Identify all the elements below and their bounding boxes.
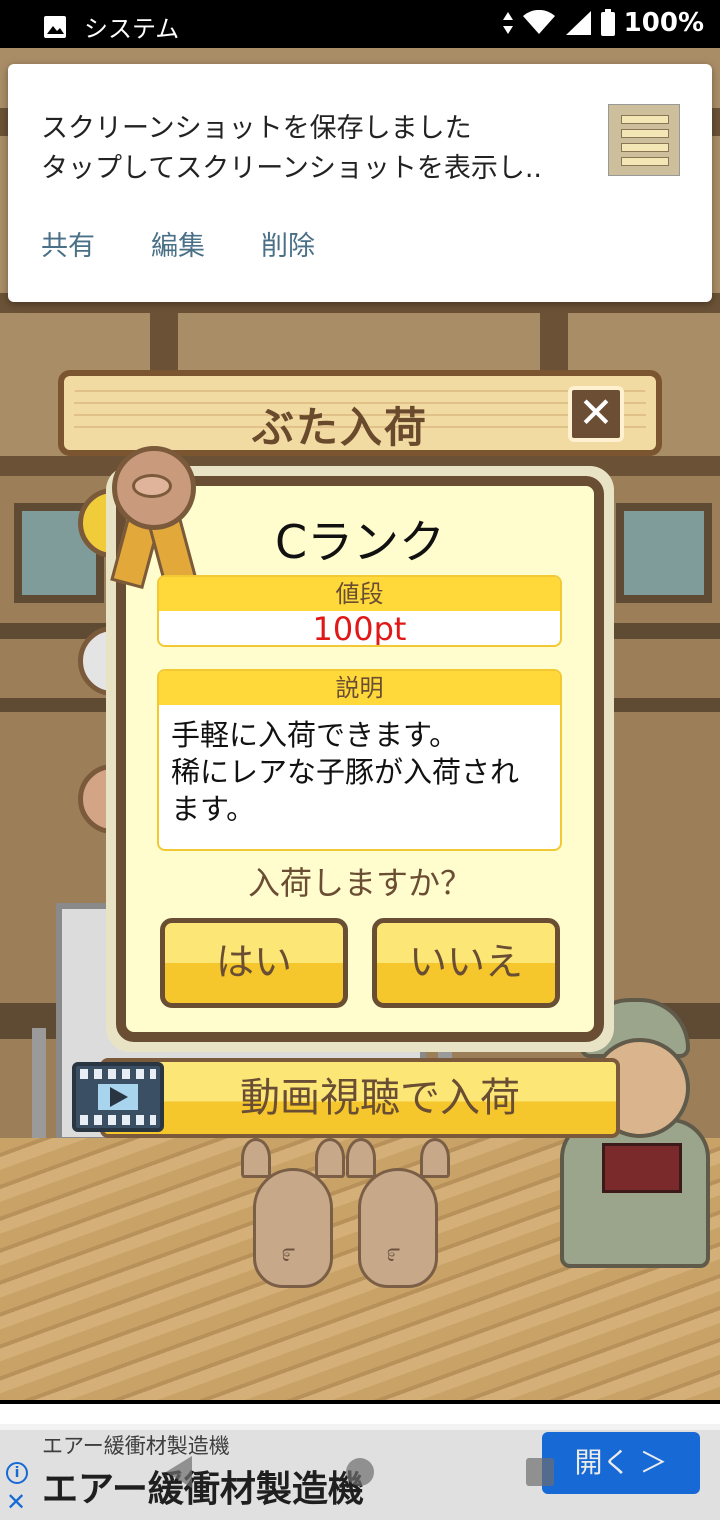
nav-recents-icon[interactable] [526, 1458, 554, 1486]
description-text: 手軽に入荷できます。 稀にレアな子豚が入荷され ます。 [159, 705, 560, 840]
status-app-title: システム [84, 15, 180, 43]
status-bar-left: システム [42, 9, 179, 44]
no-button[interactable]: いいえ [372, 918, 560, 1008]
description-line: 手軽に入荷できます。 [171, 718, 459, 752]
close-button[interactable]: ✕ [568, 386, 624, 442]
description-box: 説明 手軽に入荷できます。 稀にレアな子豚が入荷され ます。 [157, 669, 562, 851]
screenshot-thumbnail[interactable] [608, 104, 680, 176]
data-arrows-icon [502, 12, 513, 34]
battery-percent: 100% [623, 8, 704, 38]
description-line: ます。 [171, 792, 256, 826]
share-action[interactable]: 共有 [41, 224, 95, 263]
nav-back-icon[interactable] [166, 1456, 192, 1488]
screenshot-notification[interactable]: スクリーンショットを保存しました タップしてスクリーンショットを表示し.. 共有… [8, 64, 712, 302]
yes-button[interactable]: はい [160, 918, 348, 1008]
edit-action[interactable]: 編集 [151, 224, 205, 263]
window-frame [616, 503, 712, 603]
confirm-question: 入荷しますか？ [247, 864, 472, 902]
price-label: 値段 [159, 577, 560, 611]
wifi-icon [522, 10, 555, 34]
notification-title: スクリーンショットを保存しました [41, 113, 472, 144]
nav-home-icon[interactable] [346, 1458, 374, 1486]
piglet: ೯ [346, 1138, 450, 1288]
watch-video-button[interactable]: 動画視聴で入荷 [100, 1058, 620, 1138]
status-bar: システム 100% [0, 0, 720, 48]
description-label: 説明 [159, 671, 560, 705]
status-bar-right: 100% [502, 8, 704, 38]
ad-headline: エアー緩衝材製造機 [42, 1469, 364, 1510]
price-box: 値段 100pt [157, 575, 562, 647]
video-film-icon [72, 1062, 164, 1132]
signal-icon [565, 11, 591, 35]
notification-actions: 共有 編集 削除 [41, 224, 315, 263]
battery-icon [600, 9, 615, 36]
description-line: 稀にレアな子豚が入荷され [171, 755, 520, 789]
ad-small-text: エアー緩衝材製造機 [42, 1434, 230, 1458]
ad-open-button[interactable]: 開く ＞ [542, 1432, 700, 1494]
piglet: ೯ [241, 1138, 345, 1288]
ad-info-icon[interactable]: i [6, 1462, 28, 1484]
ad-divider [0, 1404, 720, 1424]
delete-action[interactable]: 削除 [261, 224, 315, 263]
rank-heading: Cランク [274, 515, 446, 569]
image-icon [44, 15, 66, 38]
ad-close-icon[interactable]: ✕ [6, 1490, 26, 1514]
notification-subtitle: タップしてスクリーンショットを表示し.. [41, 153, 543, 184]
price-value: 100pt [312, 610, 407, 647]
